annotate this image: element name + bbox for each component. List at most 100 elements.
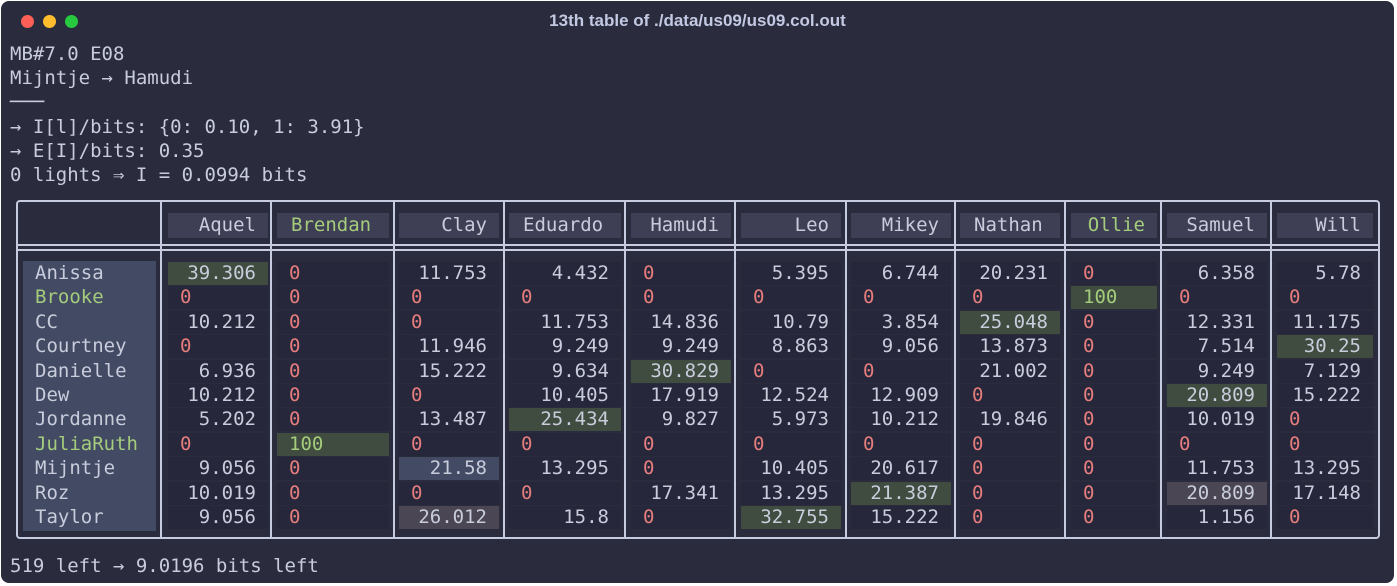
table-cell: 17.148 bbox=[1277, 481, 1373, 505]
table-cell: 9.827 bbox=[631, 408, 731, 432]
table-cell: 3.854 bbox=[851, 310, 951, 334]
table-cell: 0 bbox=[1277, 506, 1373, 529]
table-cell: 12.524 bbox=[741, 384, 841, 407]
terminal-window: 13th table of ./data/us09/us09.col.out M… bbox=[1, 1, 1394, 583]
table-cell: 10.79 bbox=[741, 310, 841, 334]
table-cell: 0 bbox=[1167, 286, 1267, 310]
table-cell: 9.249 bbox=[1167, 359, 1267, 383]
table-cell: 5.395 bbox=[741, 262, 841, 285]
table-cell: 9.056 bbox=[168, 506, 268, 529]
table-cell: 0 bbox=[631, 457, 731, 481]
table-cell: 20.617 bbox=[851, 457, 951, 481]
table-cell: 0 bbox=[277, 310, 389, 334]
terminal-line: ─── bbox=[10, 91, 45, 113]
terminal-line: 0 lights ⇒ I = 0.0994 bits bbox=[10, 164, 308, 186]
table-cell: 0 bbox=[399, 432, 499, 456]
table-cell: 100 bbox=[1071, 286, 1157, 310]
table-cell: 0 bbox=[277, 481, 389, 505]
table-cell: 0 bbox=[277, 457, 389, 481]
column-separator bbox=[624, 200, 626, 539]
table-cell: 8.863 bbox=[741, 335, 841, 359]
row-label-dew: Dew bbox=[35, 384, 70, 406]
table-cell: 0 bbox=[1071, 310, 1157, 334]
column-header-aquel: Aquel bbox=[168, 213, 268, 238]
table-cell: 0 bbox=[851, 359, 951, 383]
table-cell: 5.78 bbox=[1277, 262, 1373, 285]
table-cell: 13.295 bbox=[509, 457, 621, 481]
table-cell: 9.056 bbox=[851, 335, 951, 359]
row-label-jordanne: Jordanne bbox=[35, 408, 127, 431]
table-cell: 39.306 bbox=[168, 262, 268, 285]
table-cell: 10.405 bbox=[509, 384, 621, 407]
table-cell: 0 bbox=[631, 506, 731, 529]
terminal-line: → E[I]/bits: 0.35 bbox=[10, 140, 205, 162]
table-cell: 15.8 bbox=[509, 506, 621, 529]
table-cell: 20.809 bbox=[1167, 481, 1267, 505]
table-cell: 20.231 bbox=[960, 262, 1060, 285]
table-cell: 4.432 bbox=[509, 262, 621, 285]
table-cell: 0 bbox=[399, 384, 499, 407]
footer-status: 519 left → 9.0196 bits left bbox=[10, 555, 319, 577]
table-cell: 13.487 bbox=[399, 408, 499, 432]
table-cell: 0 bbox=[1277, 286, 1373, 310]
column-header-leo: Leo bbox=[741, 213, 841, 238]
table-cell: 5.973 bbox=[741, 408, 841, 432]
table-cell: 0 bbox=[277, 408, 389, 432]
table-cell: 15.222 bbox=[851, 506, 951, 529]
row-label-courtney: Courtney bbox=[35, 335, 127, 358]
column-separator bbox=[393, 200, 395, 539]
table-cell: 9.249 bbox=[631, 335, 731, 359]
table-cell: 0 bbox=[960, 384, 1060, 407]
column-header-eduardo: Eduardo bbox=[509, 213, 621, 238]
table-cell: 17.341 bbox=[631, 481, 731, 505]
table-cell: 13.295 bbox=[1277, 457, 1373, 481]
table-cell: 15.222 bbox=[1277, 384, 1373, 407]
table-cell: 21.58 bbox=[399, 457, 499, 481]
header-separator bbox=[16, 244, 1380, 246]
table-cell: 26.012 bbox=[399, 506, 499, 529]
table-cell: 0 bbox=[960, 481, 1060, 505]
table-cell: 11.946 bbox=[399, 335, 499, 359]
table-cell: 0 bbox=[851, 432, 951, 456]
table-cell: 0 bbox=[1071, 481, 1157, 505]
table-cell: 15.222 bbox=[399, 359, 499, 383]
table-cell: 0 bbox=[1071, 408, 1157, 432]
table-cell: 0 bbox=[1071, 335, 1157, 359]
table-cell: 12.909 bbox=[851, 384, 951, 407]
table-cell: 0 bbox=[960, 506, 1060, 529]
row-label-cc: CC bbox=[35, 310, 58, 333]
table-cell: 0 bbox=[399, 481, 499, 505]
column-separator bbox=[1270, 200, 1272, 539]
table-cell: 0 bbox=[1071, 506, 1157, 529]
column-separator bbox=[845, 200, 847, 539]
table-cell: 0 bbox=[631, 286, 731, 310]
table-cell: 100 bbox=[277, 432, 389, 456]
table-cell: 25.434 bbox=[509, 408, 621, 432]
table-cell: 0 bbox=[960, 286, 1060, 310]
table-cell: 6.744 bbox=[851, 262, 951, 285]
table-cell: 0 bbox=[168, 286, 268, 310]
table-cell: 21.002 bbox=[960, 359, 1060, 383]
terminal-line: Mijntje → Hamudi bbox=[10, 67, 194, 89]
table-cell: 30.25 bbox=[1277, 335, 1373, 359]
terminal-line: → I[l]/bits: {0: 0.10, 1: 3.91} bbox=[10, 116, 365, 138]
table-cell: 21.387 bbox=[851, 481, 951, 505]
column-separator bbox=[160, 200, 162, 539]
row-label-taylor: Taylor bbox=[35, 506, 104, 528]
column-header-clay: Clay bbox=[399, 213, 499, 238]
row-label-mijntje: Mijntje bbox=[35, 457, 116, 480]
row-label-danielle: Danielle bbox=[35, 359, 127, 382]
table-cell: 0 bbox=[960, 457, 1060, 481]
table-cell: 30.829 bbox=[631, 359, 731, 383]
table-cell: 0 bbox=[509, 481, 621, 505]
table-cell: 0 bbox=[509, 432, 621, 456]
column-header-brendan: Brendan bbox=[277, 213, 389, 238]
table-cell: 14.836 bbox=[631, 310, 731, 334]
table-cell: 11.175 bbox=[1277, 310, 1373, 334]
table-cell: 0 bbox=[631, 262, 731, 285]
table-cell: 0 bbox=[851, 286, 951, 310]
titlebar: 13th table of ./data/us09/us09.col.out bbox=[1, 1, 1394, 41]
table-cell: 10.019 bbox=[168, 481, 268, 505]
table-cell: 0 bbox=[168, 432, 268, 456]
table-cell: 10.212 bbox=[168, 310, 268, 334]
